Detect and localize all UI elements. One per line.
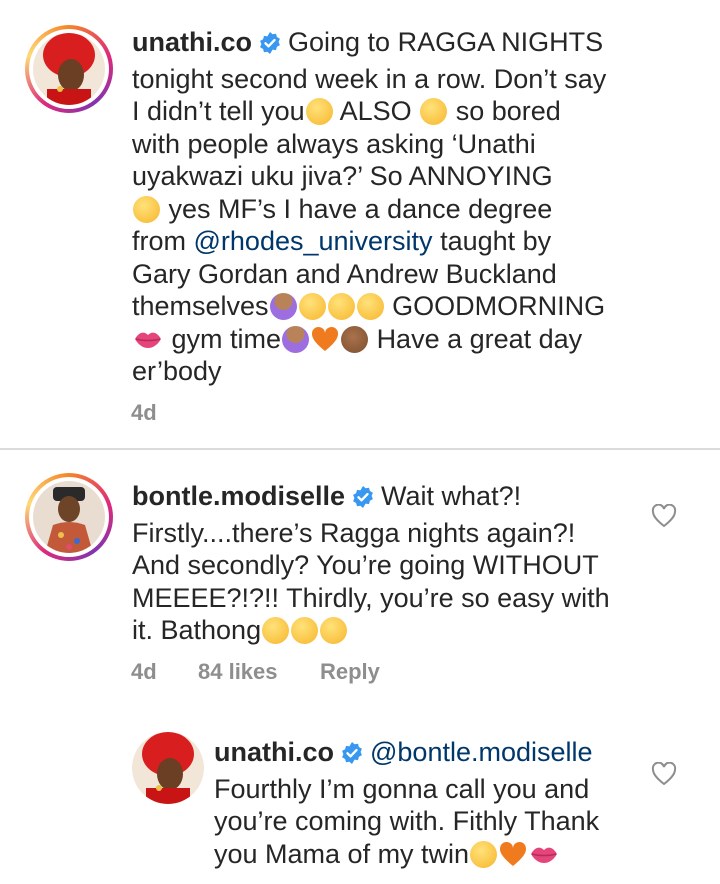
caption-text: GOODMORNING	[392, 291, 606, 321]
persevering-face-emoji-icon	[298, 293, 326, 320]
avatar[interactable]	[132, 732, 204, 804]
caption-text: Going to RAGGA NIGHTS	[288, 27, 604, 57]
timestamp: 4d	[131, 659, 157, 684]
mention-link[interactable]: @rhodes_university	[194, 226, 433, 256]
avatar[interactable]	[25, 473, 113, 561]
caption-text: er’body	[132, 356, 222, 386]
grinning-emoji-icon	[356, 293, 384, 320]
caption-text: themselves	[132, 291, 269, 321]
clapping-hands-emoji-icon	[341, 325, 369, 353]
caption-text: tonight second week in a row. Don’t say	[132, 63, 607, 94]
comment-text: And secondly? You’re going WITHOUT	[132, 550, 599, 580]
caption-text: so bored	[455, 96, 561, 126]
grinning-emoji-icon	[133, 195, 160, 223]
person-facepalming-emoji-icon	[282, 325, 310, 353]
caption-text: yes MF’s I have a dance degree	[168, 193, 553, 224]
caption-text: ALSO	[339, 96, 412, 126]
tired-face-emoji-icon	[320, 617, 348, 644]
verified-badge-icon	[351, 484, 375, 517]
caption-text: gym time	[171, 323, 282, 354]
caption-text: from	[132, 226, 186, 256]
caption-text: with people always asking ‘Unathi	[132, 128, 536, 159]
kiss-mark-emoji-icon	[529, 841, 559, 868]
timestamp: 4d	[131, 400, 157, 425]
verified-badge-icon	[258, 30, 282, 63]
kiss-mark-emoji-icon	[133, 326, 163, 353]
caption-text: I didn’t tell you	[132, 96, 305, 126]
caption-text: taught by	[440, 226, 552, 256]
avatar-photo	[33, 33, 105, 105]
comment-text: MEEEE?!?!! Thirdly, you’re so easy with	[132, 582, 610, 613]
comment-text: Firstly....there’s Ragga nights again?!	[132, 517, 576, 548]
eye-roll-emoji-icon	[420, 98, 448, 125]
username[interactable]: unathi.co	[214, 737, 334, 767]
caption-comment: unathi.co Going to RAGGA NIGHTS tonight s…	[0, 0, 720, 448]
avatar[interactable]	[25, 25, 113, 113]
person-shrugging-emoji-icon	[269, 293, 297, 320]
divider	[0, 448, 720, 450]
likes-count[interactable]: 84 likes	[198, 659, 278, 685]
orange-heart-emoji-icon	[311, 326, 339, 353]
caption-text: uyakwazi uku jiva?’ So ANNOYING	[132, 161, 553, 191]
caption-text: Gary Gordan and Andrew Buckland	[132, 258, 557, 289]
reply-text: Fourthly I’m gonna call you and	[214, 773, 590, 804]
persevering-face-emoji-icon	[305, 98, 333, 125]
avatar-photo	[132, 732, 204, 804]
reply-button[interactable]: Reply	[320, 659, 380, 685]
tired-face-emoji-icon	[262, 617, 290, 644]
eye-roll-emoji-icon	[327, 293, 355, 320]
reply-text: you Mama of my twin	[214, 838, 470, 869]
verified-badge-icon	[340, 740, 364, 773]
grinning-emoji-icon	[470, 840, 498, 868]
username[interactable]: bontle.modiselle	[132, 481, 345, 511]
username[interactable]: unathi.co	[132, 27, 252, 57]
reply-text: you’re coming with. Fithly Thank	[214, 806, 600, 836]
mention-link[interactable]: @bontle.modiselle	[370, 737, 593, 767]
heart-outline-icon[interactable]	[651, 503, 677, 528]
tired-face-emoji-icon	[291, 617, 319, 644]
orange-heart-emoji-icon	[499, 841, 527, 868]
comment-text: Wait what?!	[381, 481, 522, 511]
caption-text: Have a great day	[376, 323, 583, 354]
heart-outline-icon[interactable]	[651, 761, 677, 786]
avatar-photo	[33, 481, 105, 553]
comment-text: it. Bathong	[132, 615, 262, 645]
